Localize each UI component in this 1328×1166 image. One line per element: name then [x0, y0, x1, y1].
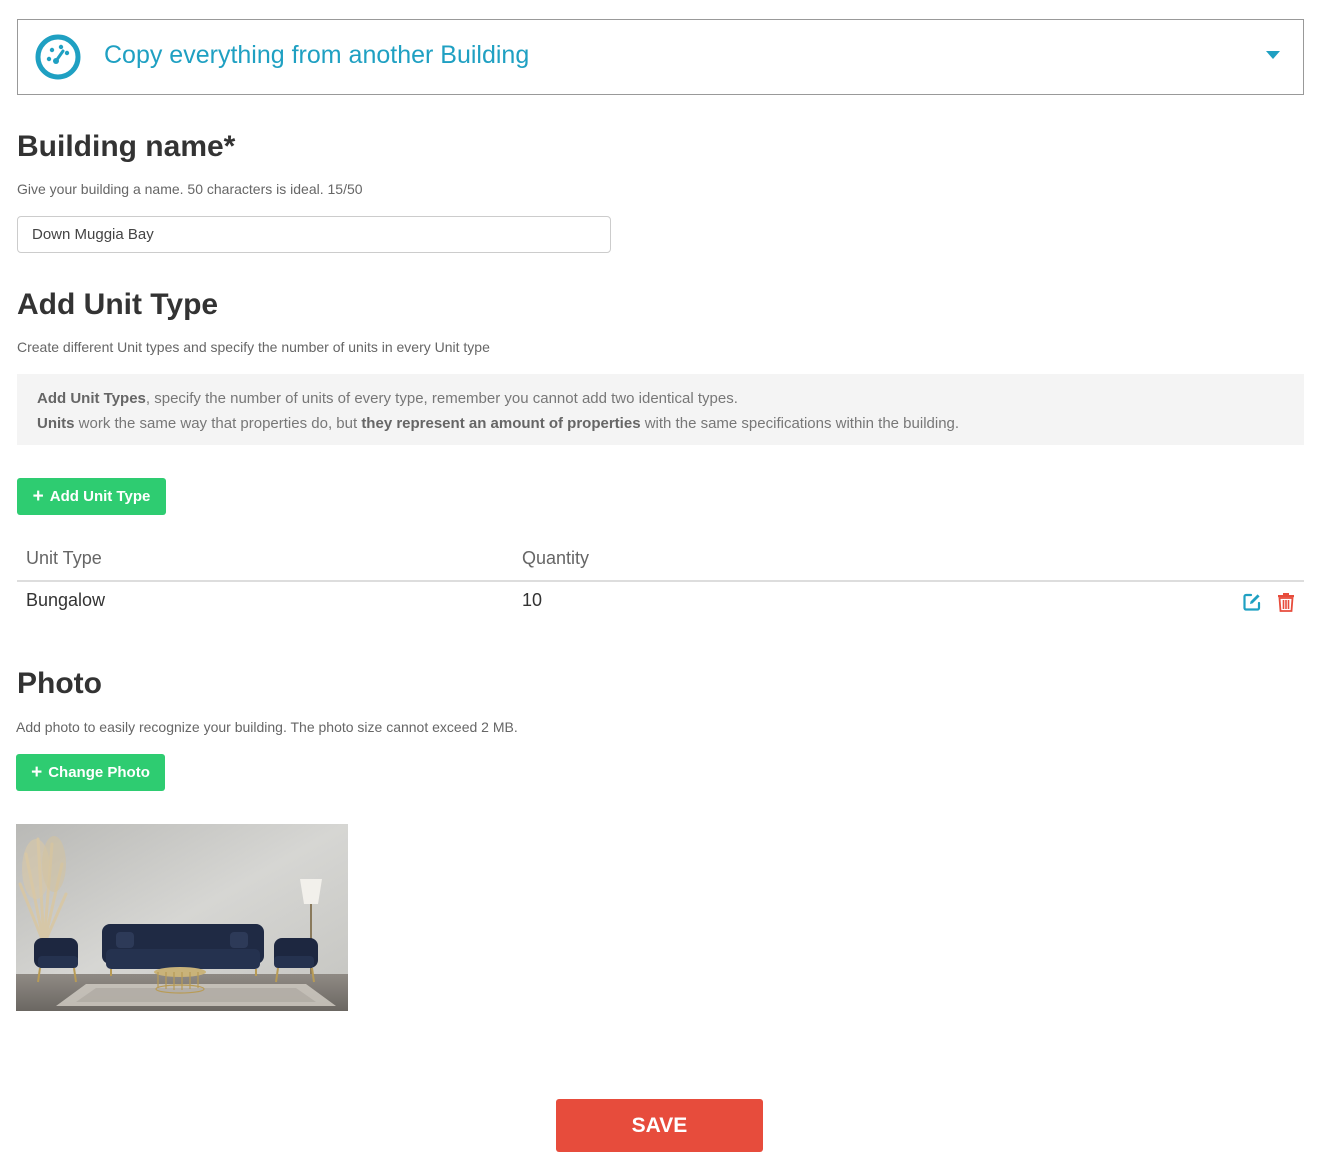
unit-type-heading: Add Unit Type — [17, 288, 219, 321]
photo-hint: Add photo to easily recognize your build… — [16, 719, 518, 735]
edit-icon[interactable] — [1242, 592, 1262, 612]
info-text: work the same way that properties do, bu… — [74, 415, 362, 432]
photo-heading: Photo — [17, 667, 102, 700]
info-bold: they represent an amount of properties — [361, 415, 641, 432]
quantity-cell: 10 — [522, 590, 543, 610]
unit-type-cell: Bungalow — [26, 590, 106, 610]
add-unit-type-button[interactable]: + Add Unit Type — [17, 478, 166, 515]
info-bold: Add Unit Types — [37, 390, 146, 407]
building-name-input[interactable] — [17, 216, 611, 253]
plus-icon: + — [31, 761, 43, 783]
column-header-unit-type: Unit Type — [26, 548, 102, 568]
unit-type-table: Unit Type Quantity Bungalow 10 — [17, 540, 1304, 626]
building-name-hint: Give your building a name. 50 characters… — [17, 181, 363, 197]
info-text: with the same specifications within the … — [640, 415, 960, 432]
column-header-quantity: Quantity — [522, 548, 590, 568]
change-photo-button[interactable]: + Change Photo — [16, 754, 165, 791]
plus-icon: + — [32, 485, 44, 507]
unit-type-info-box: Add Unit Types, specify the number of un… — [17, 374, 1304, 445]
info-text: , specify the number of units of every t… — [145, 390, 738, 407]
add-unit-type-label: Add Unit Type — [49, 488, 151, 505]
copy-from-building-dropdown[interactable]: Copy everything from another Building — [17, 19, 1304, 95]
building-photo — [16, 824, 348, 1011]
table-header: Unit Type Quantity — [17, 540, 1304, 582]
table-row: Bungalow 10 — [17, 582, 1304, 626]
unit-type-hint: Create different Unit types and specify … — [17, 339, 490, 355]
trash-icon[interactable] — [1276, 592, 1296, 612]
save-button[interactable]: SAVE — [556, 1099, 763, 1152]
caret-down-icon[interactable] — [1266, 51, 1280, 59]
building-name-heading: Building name* — [17, 130, 236, 163]
dashboard-icon — [35, 34, 81, 80]
info-line-1: Add Unit Types, specify the number of un… — [37, 386, 1284, 411]
row-actions — [1242, 592, 1296, 612]
change-photo-label: Change Photo — [48, 764, 150, 781]
copy-panel-title: Copy everything from another Building — [104, 41, 530, 69]
info-bold: Units — [37, 415, 75, 432]
living-room-photo — [16, 824, 348, 1011]
info-line-2: Units work the same way that properties … — [37, 411, 1284, 436]
